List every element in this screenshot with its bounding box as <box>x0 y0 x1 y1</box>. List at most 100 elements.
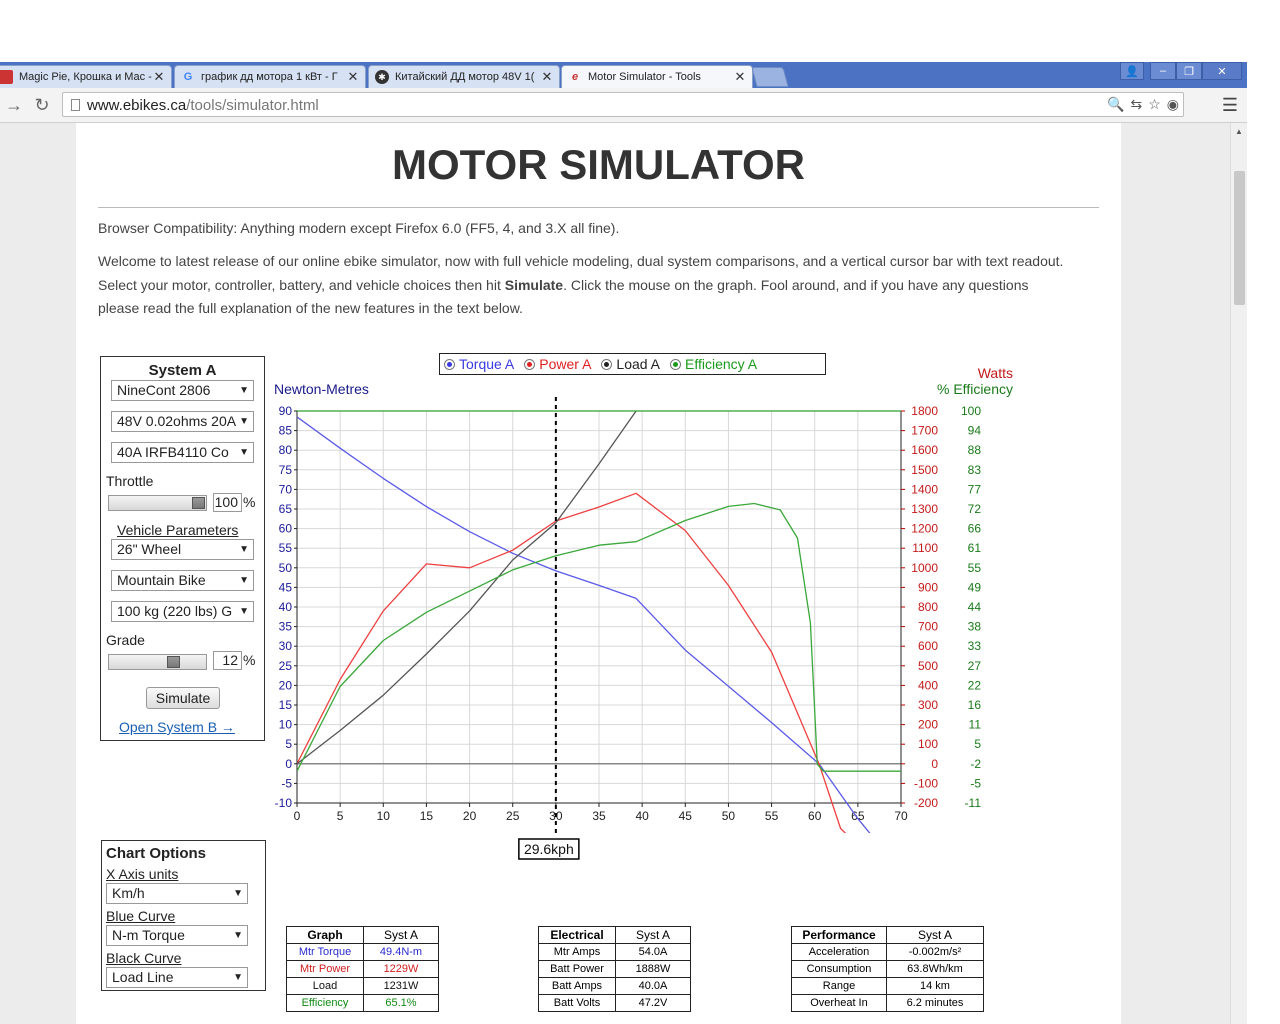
y-tick-label-left: 0 <box>285 757 292 771</box>
y-tick-label-efficiency: 72 <box>968 502 982 516</box>
wheel-select[interactable]: 26" Wheel ▼ <box>111 539 254 560</box>
address-bar[interactable]: www.ebikes.ca/tools/simulator.html 🔍 ⇆ ☆… <box>62 92 1184 117</box>
grade-slider[interactable] <box>108 654 207 670</box>
menu-icon[interactable]: ☰ <box>1218 93 1242 117</box>
simulate-button[interactable]: Simulate <box>146 687 220 709</box>
grade-slider-handle[interactable] <box>167 656 181 668</box>
translate-icon[interactable]: ⇆ <box>1130 96 1142 113</box>
system-a-title: System A <box>148 362 217 379</box>
bookmark-star-icon[interactable]: ☆ <box>1148 96 1161 113</box>
open-system-b-link[interactable]: Open System B → <box>119 719 235 735</box>
chevron-down-icon: ▼ <box>239 416 249 427</box>
tab-motor-simulator[interactable]: e Motor Simulator - Tools ✕ <box>561 65 753 88</box>
extension-icon[interactable]: ◉ <box>1167 96 1179 113</box>
black-curve-select[interactable]: Load Line ▼ <box>106 967 248 988</box>
close-icon[interactable]: ✕ <box>733 69 747 85</box>
left-axis-title: Newton-Metres <box>274 381 369 397</box>
table-row: Load 1231W <box>286 977 439 995</box>
bike-type-select[interactable]: Mountain Bike ▼ <box>111 570 254 591</box>
x-tick-label: 0 <box>294 809 301 823</box>
x-axis-units-label[interactable]: X Axis units <box>106 866 178 882</box>
x-tick-label: 15 <box>420 809 434 823</box>
forward-icon[interactable]: → <box>2 93 26 117</box>
y-tick-label-power: 700 <box>918 620 938 634</box>
blue-curve-select[interactable]: N-m Torque ▼ <box>106 925 248 946</box>
cursor-readout: 29.6kph <box>524 841 574 857</box>
y-tick-label-left: 75 <box>279 463 293 477</box>
y-tick-label-efficiency: 66 <box>968 522 982 536</box>
chart-options-title: Chart Options <box>106 845 206 862</box>
motor-chart[interactable]: 0510152025303540455055606570901800100851… <box>266 363 1026 863</box>
graph-table: Graph Syst A Mtr Torque 49.4N-m Mtr Power 1… <box>286 926 439 1012</box>
throttle-slider[interactable] <box>108 495 207 511</box>
black-curve-label[interactable]: Black Curve <box>106 950 181 966</box>
y-tick-label-power: 400 <box>918 678 938 692</box>
chevron-down-icon: ▼ <box>239 385 249 396</box>
y-tick-label-left: 85 <box>279 424 293 438</box>
restore-icon[interactable]: ❐ <box>1176 62 1202 80</box>
throttle-input[interactable]: 100 <box>213 493 242 512</box>
y-tick-label-efficiency: 83 <box>968 463 982 477</box>
table-header: Syst A <box>886 926 984 944</box>
table-row: Mtr Amps 54.0A <box>538 943 691 961</box>
table-header: Syst A <box>615 926 691 944</box>
y-tick-label-power: 1300 <box>911 502 938 516</box>
tab-label: график дд мотора 1 кВт - Г <box>201 71 338 83</box>
y-tick-label-efficiency: 16 <box>968 698 982 712</box>
grade-input[interactable]: 12 <box>213 651 242 670</box>
chevron-down-icon: ▼ <box>239 606 249 617</box>
y-tick-label-power: -100 <box>914 776 938 790</box>
y-tick-label-left: 5 <box>285 737 292 751</box>
chevron-down-icon: ▼ <box>239 544 249 555</box>
y-tick-label-power: 1600 <box>911 443 938 457</box>
mass-select[interactable]: 100 kg (220 lbs) G ▼ <box>111 601 254 622</box>
table-row: Efficiency 65.1% <box>286 994 439 1012</box>
table-header: Electrical <box>538 926 616 944</box>
y-tick-label-power: 500 <box>918 659 938 673</box>
scroll-up-icon[interactable]: ▲ <box>1235 127 1243 136</box>
close-icon[interactable]: ✕ <box>540 69 554 85</box>
throttle-label: Throttle <box>106 473 154 489</box>
tab-label: Magic Pie, Крошка и Mac - a <box>19 71 152 83</box>
window-close-icon[interactable]: ✕ <box>1202 62 1242 80</box>
x-tick-label: 25 <box>506 809 520 823</box>
y-tick-label-left: 20 <box>279 678 293 692</box>
new-tab-button[interactable] <box>751 67 789 87</box>
y-tick-label-left: 25 <box>279 659 293 673</box>
tab-forum[interactable]: ✱ Китайский ДД мотор 48V 1( ✕ <box>368 65 560 88</box>
chart-options-panel: Chart Options X Axis units Km/h ▼ Blue Cu… <box>101 840 266 991</box>
close-icon[interactable]: ✕ <box>152 69 166 85</box>
close-icon[interactable]: ✕ <box>346 69 360 85</box>
title-divider <box>98 207 1099 208</box>
y-tick-label-left: 40 <box>279 600 293 614</box>
chevron-down-icon: ▼ <box>233 972 243 983</box>
table-row: Batt Amps 40.0A <box>538 977 691 995</box>
controller-select[interactable]: 40A IRFB4110 Co ▼ <box>111 442 254 463</box>
motor-select[interactable]: NineCont 2806 ▼ <box>111 380 254 401</box>
zoom-icon[interactable]: 🔍 <box>1107 96 1124 113</box>
table-row: Mtr Torque 49.4N-m <box>286 943 439 961</box>
y-tick-label-power: 300 <box>918 698 938 712</box>
battery-select[interactable]: 48V 0.02ohms 20A ▼ <box>111 411 254 432</box>
y-tick-label-power: 1700 <box>911 424 938 438</box>
scrollbar-thumb[interactable] <box>1234 171 1245 305</box>
y-tick-label-efficiency: 77 <box>968 482 982 496</box>
minimize-icon[interactable]: – <box>1150 62 1176 80</box>
y-tick-label-efficiency: 11 <box>969 718 982 732</box>
chevron-down-icon: ▼ <box>239 575 249 586</box>
y-tick-label-power: 1000 <box>911 561 938 575</box>
chevron-down-icon: ▼ <box>239 447 249 458</box>
x-axis-units-select[interactable]: Km/h ▼ <box>106 883 248 904</box>
tab-google-search[interactable]: G график дд мотора 1 кВт - Г ✕ <box>174 65 366 88</box>
x-tick-label: 60 <box>808 809 822 823</box>
profile-icon[interactable]: 👤 <box>1120 62 1144 80</box>
vehicle-parameters-label[interactable]: Vehicle Parameters <box>117 522 238 538</box>
reload-icon[interactable]: ↻ <box>30 93 54 117</box>
table-row: Overheat In 6.2 minutes <box>791 994 984 1012</box>
performance-table: Performance Syst A Acceleration -0.002m/s²… <box>791 926 984 1012</box>
scrollbar[interactable]: ▲ <box>1230 123 1248 1024</box>
blue-curve-label[interactable]: Blue Curve <box>106 908 175 924</box>
tab-magic-pie[interactable]: Magic Pie, Крошка и Mac - a ✕ <box>0 65 172 88</box>
throttle-slider-handle[interactable] <box>192 497 205 509</box>
y-tick-label-left: 55 <box>279 541 293 555</box>
